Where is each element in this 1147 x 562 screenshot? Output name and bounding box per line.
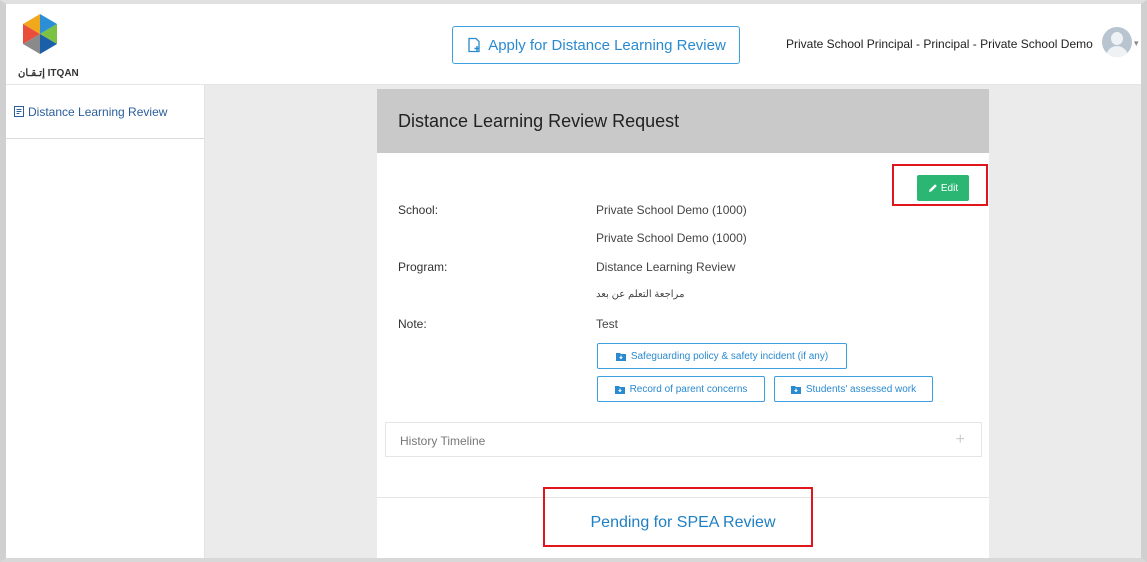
school-value: Private School Demo (1000) bbox=[596, 203, 747, 217]
user-avatar[interactable] bbox=[1102, 27, 1132, 57]
chevron-down-icon[interactable]: ▾ bbox=[1134, 38, 1139, 49]
folder-download-icon bbox=[614, 385, 625, 394]
edit-highlight-box bbox=[892, 164, 988, 206]
card-title: Distance Learning Review Request bbox=[398, 111, 680, 131]
itqan-logo bbox=[23, 14, 57, 54]
folder-download-icon bbox=[790, 385, 801, 394]
sidebar-item-distance-learning-review[interactable]: Distance Learning Review bbox=[6, 85, 204, 139]
students-work-file-button[interactable]: Students' assessed work bbox=[774, 376, 933, 402]
parent-concerns-file-button[interactable]: Record of parent concerns bbox=[597, 376, 765, 402]
program-value-arabic: مراجعة التعلم عن بعد bbox=[596, 289, 685, 300]
add-document-icon bbox=[468, 37, 480, 53]
note-label: Note: bbox=[398, 317, 427, 331]
file-label: Record of parent concerns bbox=[629, 383, 748, 395]
top-bar: إتـقـان ITQAN Apply for Distance Learnin… bbox=[6, 4, 1141, 85]
avatar-body-shape bbox=[1106, 46, 1128, 57]
note-value: Test bbox=[596, 317, 619, 331]
file-label: Safeguarding policy & safety incident (i… bbox=[630, 350, 829, 362]
school-value-secondary: Private School Demo (1000) bbox=[596, 231, 747, 245]
logo-text: إتـقـان ITQAN bbox=[18, 68, 79, 79]
history-timeline-label: History Timeline bbox=[400, 434, 486, 448]
apply-distance-learning-button[interactable]: Apply for Distance Learning Review bbox=[452, 26, 740, 64]
expand-plus-icon[interactable]: + bbox=[956, 431, 965, 449]
document-icon bbox=[14, 106, 24, 117]
program-label: Program: bbox=[398, 260, 448, 274]
folder-download-icon bbox=[615, 352, 626, 361]
status-highlight-box bbox=[543, 487, 813, 547]
file-label: Students' assessed work bbox=[805, 383, 917, 395]
user-menu-label[interactable]: Private School Principal - Principal - P… bbox=[786, 37, 1093, 51]
review-request-card: Distance Learning Review Request Edit Sc… bbox=[377, 89, 989, 558]
sidebar: Distance Learning Review bbox=[6, 85, 205, 558]
school-label: School: bbox=[398, 203, 439, 217]
history-timeline-panel[interactable]: History Timeline + bbox=[385, 422, 982, 457]
safeguarding-file-button[interactable]: Safeguarding policy & safety incident (i… bbox=[597, 343, 847, 369]
apply-button-label: Apply for Distance Learning Review bbox=[488, 36, 726, 54]
program-value: Distance Learning Review bbox=[596, 260, 736, 274]
sidebar-item-label: Distance Learning Review bbox=[28, 105, 168, 119]
card-header: Distance Learning Review Request bbox=[377, 89, 989, 153]
avatar-head-shape bbox=[1111, 32, 1123, 45]
